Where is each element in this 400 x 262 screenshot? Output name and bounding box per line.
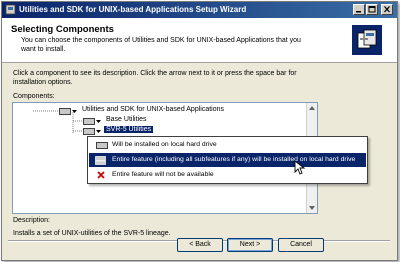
tree-item-label-selected: SVR-5 Utilities (104, 126, 154, 133)
back-button[interactable]: < Back (177, 238, 223, 252)
description-text: Installs a set of UNIX-utilities of the … (13, 230, 171, 237)
drive-stack-icon (95, 156, 106, 165)
close-icon[interactable] (381, 4, 393, 15)
maximize-icon[interactable] (366, 4, 378, 15)
app-icon (5, 4, 16, 15)
setup-wizard-window: Utilities and SDK for UNIX-based Applica… (1, 1, 398, 261)
scroll-up-icon[interactable] (308, 104, 316, 112)
mouse-cursor-icon (294, 160, 306, 175)
install-options-menu[interactable]: Will be installed on local hard drive En… (87, 136, 368, 184)
drive-icon (83, 118, 95, 125)
menu-item-install-local[interactable]: Will be installed on local hard drive (89, 138, 366, 152)
tree-item-label: Base Utilities (106, 116, 147, 123)
dropdown-arrow-icon[interactable] (72, 109, 77, 114)
menu-item-label: Entire feature will not be available (112, 171, 214, 178)
drive-icon (96, 142, 108, 149)
scroll-down-icon[interactable] (308, 204, 316, 212)
minimize-icon[interactable] (353, 4, 365, 15)
title-bar[interactable]: Utilities and SDK for UNIX-based Applica… (2, 2, 397, 18)
instructions-text: Click a component to see its description… (13, 70, 297, 86)
dropdown-arrow-icon[interactable] (96, 129, 101, 134)
setup-package-icon (352, 25, 382, 55)
description-label: Description: (13, 217, 50, 224)
components-label: Components: (13, 93, 55, 100)
window-title: Utilities and SDK for UNIX-based Applica… (19, 5, 247, 14)
wizard-header: Selecting Components You can choose the … (2, 18, 397, 63)
tree-item-label: Utilities and SDK for UNIX-based Applica… (82, 106, 225, 113)
drive-icon (59, 108, 71, 115)
page-title: Selecting Components (11, 24, 114, 35)
menu-item-not-available[interactable]: Entire feature will not be available (89, 168, 366, 182)
drive-icon (83, 128, 95, 135)
next-button[interactable]: Next > (227, 238, 273, 252)
page-subtitle: You can choose the components of Utiliti… (21, 37, 301, 53)
cancel-button[interactable]: Cancel (278, 238, 324, 252)
menu-item-label: Entire feature (including all subfeature… (112, 156, 356, 163)
menu-item-label: Will be installed on local hard drive (112, 141, 217, 148)
dropdown-arrow-icon[interactable] (96, 119, 101, 124)
menu-item-install-entire-feature[interactable]: Entire feature (including all subfeature… (89, 153, 366, 167)
red-x-icon (97, 171, 105, 179)
